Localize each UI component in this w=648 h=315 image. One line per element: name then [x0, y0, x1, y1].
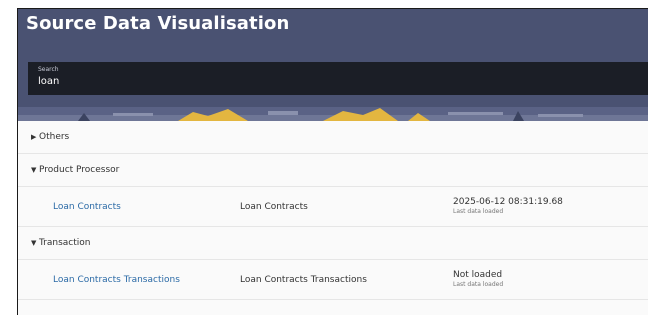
- load-status: Not loaded Last data loaded: [453, 270, 503, 289]
- search-field[interactable]: Search loan: [28, 62, 648, 95]
- app-window: Source Data Visualisation Search loan ▶ …: [17, 8, 648, 315]
- status-caption: Last data loaded: [453, 208, 504, 215]
- load-status: 2025-06-12 08:31:19.68 Last data loaded: [453, 197, 563, 216]
- group-header-transaction[interactable]: ▼ Transaction: [18, 227, 648, 260]
- dataset-link-loan-contracts[interactable]: Loan Contracts: [53, 202, 121, 212]
- status-caption: Last data loaded: [453, 281, 504, 288]
- dataset-link-loan-contracts-transactions[interactable]: Loan Contracts Transactions: [53, 275, 180, 285]
- table-row: Loan Contracts Transactions Loan Contrac…: [18, 260, 648, 300]
- table-row: Loan Contracts Loan Contracts 2025-06-12…: [18, 187, 648, 227]
- page-header: Source Data Visualisation Search loan: [18, 9, 648, 121]
- load-status-value: Not loaded: [453, 270, 503, 280]
- last-loaded-timestamp: 2025-06-12 08:31:19.68: [453, 197, 563, 207]
- caret-down-icon[interactable]: ▼: [31, 238, 39, 248]
- group-header-others[interactable]: ▶ Others: [18, 121, 648, 154]
- header-banner-illustration: [18, 107, 648, 121]
- search-label: Search: [38, 66, 59, 73]
- results-list: ▶ Others ▼ Product Processor Loan Contra…: [18, 121, 648, 315]
- caret-down-icon[interactable]: ▼: [31, 165, 39, 175]
- caret-right-icon[interactable]: ▶: [31, 132, 39, 142]
- group-label: Product Processor: [39, 165, 120, 175]
- dataset-description: Loan Contracts Transactions: [240, 275, 367, 285]
- page-title: Source Data Visualisation: [26, 13, 290, 34]
- dataset-description: Loan Contracts: [240, 202, 308, 212]
- search-input[interactable]: loan: [38, 75, 648, 88]
- group-label: Transaction: [39, 238, 91, 248]
- group-label: Others: [39, 132, 70, 142]
- group-header-product-processor[interactable]: ▼ Product Processor: [18, 154, 648, 187]
